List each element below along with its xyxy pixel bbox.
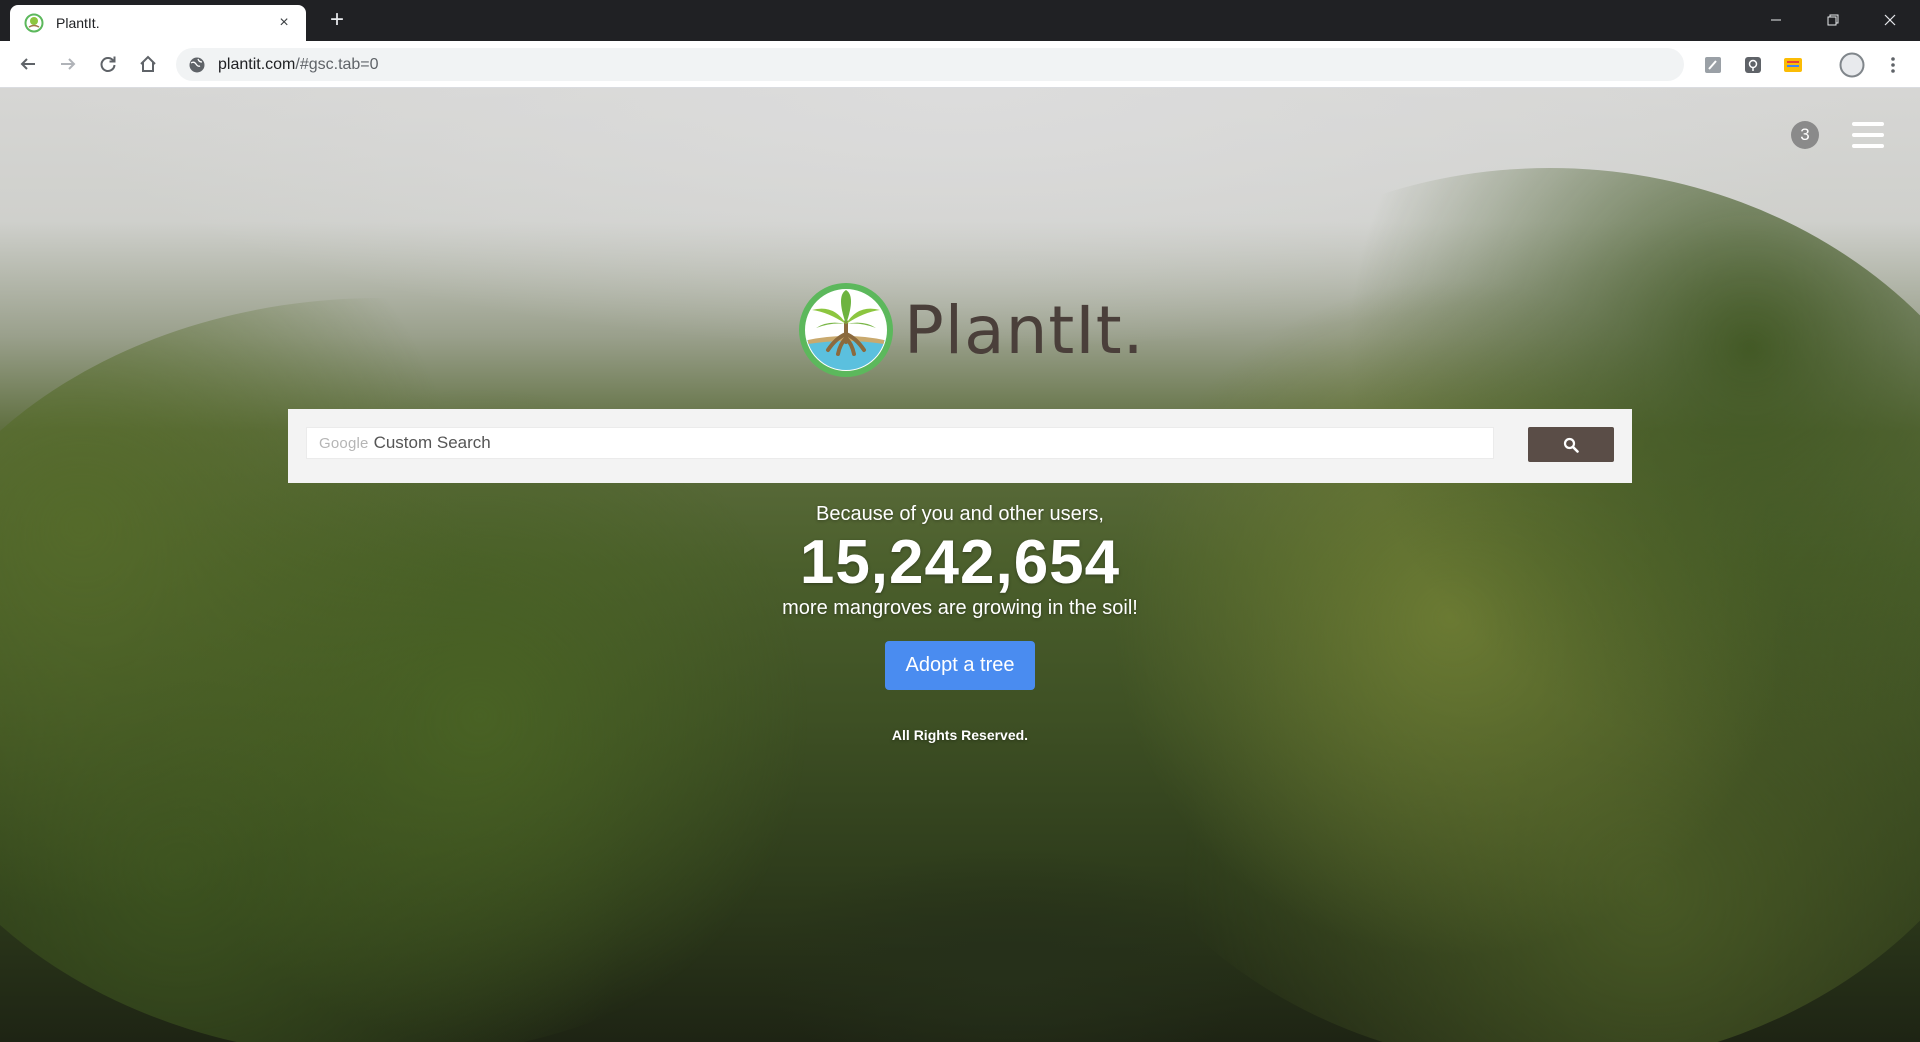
minimize-button[interactable] [1748, 0, 1804, 40]
more-icon [1891, 57, 1895, 73]
extension-shield-button[interactable] [1741, 53, 1765, 77]
extension-color-button[interactable] [1781, 53, 1805, 77]
url-path: /#gsc.tab=0 [295, 55, 379, 73]
reload-icon [100, 56, 116, 72]
plantit-favicon-icon [24, 13, 44, 33]
hamburger-bar [1852, 144, 1884, 148]
home-icon [140, 55, 156, 72]
reload-button[interactable] [92, 48, 124, 80]
tree-counter: 15,242,654 [799, 528, 1121, 597]
notification-badge[interactable]: 3 [1791, 121, 1819, 149]
mangrove-logo-icon [799, 283, 893, 377]
hamburger-bar [1852, 133, 1884, 137]
adopt-tree-button[interactable]: Adopt a tree [885, 641, 1035, 690]
search-placeholder: Custom Search [373, 433, 491, 452]
browser-tab-bar: PlantIt. × + [0, 0, 1920, 41]
tagline-bottom: more mangroves are growing in the soil! [782, 597, 1138, 619]
tab-close-button[interactable]: × [274, 14, 294, 32]
new-tab-button[interactable]: + [322, 7, 352, 35]
background-river [760, 848, 1260, 1042]
profile-icon [1839, 52, 1865, 78]
shield-icon [1745, 57, 1761, 73]
back-icon [20, 58, 35, 70]
close-icon [1884, 14, 1896, 26]
google-branding: Google [319, 434, 369, 452]
minimize-icon [1771, 19, 1781, 21]
restore-icon [1827, 14, 1839, 26]
footer-rights: All Rights Reserved. [891, 727, 1029, 743]
hamburger-menu-icon[interactable] [1852, 122, 1884, 150]
address-bar[interactable]: plantit.com/#gsc.tab=0 [176, 48, 1684, 81]
url-host: plantit.com [218, 55, 296, 73]
profile-button[interactable] [1838, 51, 1866, 79]
extension-translate-button[interactable] [1701, 53, 1725, 77]
extension-icon [1705, 57, 1721, 73]
url-text: plantit.com/#gsc.tab=0 [218, 56, 379, 74]
search-icon [1563, 437, 1579, 453]
browser-toolbar: plantit.com/#gsc.tab=0 [0, 41, 1920, 88]
custom-search-panel: Google Custom Search [288, 409, 1632, 483]
search-button[interactable] [1528, 427, 1614, 462]
palette-icon [1784, 58, 1802, 72]
browser-tab[interactable]: PlantIt. × [10, 5, 306, 41]
forward-button[interactable] [52, 48, 84, 80]
restore-button[interactable] [1805, 0, 1861, 40]
search-input[interactable]: Google Custom Search [306, 427, 1494, 459]
close-window-button[interactable] [1862, 0, 1918, 40]
home-button[interactable] [132, 48, 164, 80]
plantit-logo: PlantIt. [798, 282, 1145, 378]
hamburger-bar [1852, 122, 1884, 126]
site-info-icon[interactable] [188, 56, 206, 74]
tagline-top: Because of you and other users, [816, 503, 1104, 525]
logo-wordmark: PlantIt. [904, 291, 1145, 369]
forward-icon [61, 58, 76, 70]
back-button[interactable] [12, 48, 44, 80]
tab-title: PlantIt. [56, 15, 100, 31]
browser-menu-button[interactable] [1881, 53, 1905, 77]
